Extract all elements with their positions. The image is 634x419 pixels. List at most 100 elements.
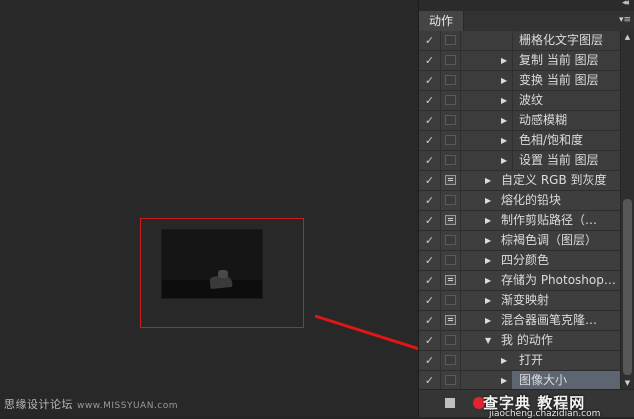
action-row[interactable]: ✓ ▶ 打开 bbox=[419, 351, 621, 371]
scroll-down-icon[interactable]: ▼ bbox=[621, 377, 634, 389]
toggle-dialog-cell[interactable] bbox=[441, 351, 461, 370]
dialog-off-icon bbox=[445, 135, 456, 145]
toggle-item-checkmark-icon[interactable]: ✓ bbox=[419, 91, 441, 110]
action-command-row[interactable]: ✓ ▶ 复制 当前 图层 bbox=[419, 51, 621, 71]
action-set-row[interactable]: ✓ ▼ 我 的动作 bbox=[419, 331, 621, 351]
toggle-item-checkmark-icon[interactable]: ✓ bbox=[419, 311, 441, 330]
toggle-item-checkmark-icon[interactable]: ✓ bbox=[419, 111, 441, 130]
toggle-dialog-cell[interactable] bbox=[441, 71, 461, 90]
dialog-off-icon bbox=[445, 95, 456, 105]
expand-closed-icon[interactable]: ▶ bbox=[485, 311, 491, 330]
double-chevron-right-icon[interactable]: ◂◂ bbox=[622, 0, 629, 8]
expand-closed-icon[interactable]: ▶ bbox=[485, 271, 491, 290]
action-label: 变换 当前 图层 bbox=[519, 73, 599, 87]
expand-closed-icon[interactable]: ▶ bbox=[501, 351, 507, 370]
dialog-on-icon bbox=[445, 275, 456, 285]
toggle-dialog-cell[interactable] bbox=[441, 331, 461, 350]
toggle-dialog-cell[interactable] bbox=[441, 151, 461, 170]
toggle-item-checkmark-icon[interactable]: ✓ bbox=[419, 191, 441, 210]
toggle-dialog-cell[interactable] bbox=[441, 311, 461, 330]
toggle-item-checkmark-icon[interactable]: ✓ bbox=[419, 331, 441, 350]
action-row[interactable]: ✓ ▶ 渐变映射 bbox=[419, 291, 621, 311]
expand-closed-icon[interactable]: ▶ bbox=[485, 191, 491, 210]
actions-list: ✓ 栅格化文字图层 ✓ ▶ 复制 当前 图层 ✓ ▶ 变换 当前 图层 ✓ ▶ 波纹 ✓ ▶ 动感模糊 ✓ ▶… bbox=[419, 31, 621, 389]
toggle-item-checkmark-icon[interactable]: ✓ bbox=[419, 371, 441, 389]
expand-closed-icon[interactable]: ▶ bbox=[501, 51, 507, 70]
action-row[interactable]: ✓ ▶ 自定义 RGB 到灰度 bbox=[419, 171, 621, 191]
toggle-item-checkmark-icon[interactable]: ✓ bbox=[419, 51, 441, 70]
action-command-row[interactable]: ✓ ▶ 变换 当前 图层 bbox=[419, 71, 621, 91]
toggle-item-checkmark-icon[interactable]: ✓ bbox=[419, 31, 441, 50]
action-row[interactable]: ✓ ▶ 棕褐色调（图层） bbox=[419, 231, 621, 251]
watermark-right: 查字典 教程网 jiaocheng.chazidian.com bbox=[483, 392, 600, 419]
toggle-item-checkmark-icon[interactable]: ✓ bbox=[419, 351, 441, 370]
toggle-item-checkmark-icon[interactable]: ✓ bbox=[419, 291, 441, 310]
toggle-dialog-cell[interactable] bbox=[441, 371, 461, 389]
action-row[interactable]: ✓ ▶ 制作剪贴路径（… bbox=[419, 211, 621, 231]
toggle-dialog-cell[interactable] bbox=[441, 291, 461, 310]
dialog-on-icon bbox=[445, 215, 456, 225]
action-label: 复制 当前 图层 bbox=[519, 53, 599, 67]
action-row[interactable]: ✓ ▶ 混合器画笔克隆… bbox=[419, 311, 621, 331]
expand-closed-icon[interactable]: ▶ bbox=[501, 71, 507, 90]
scroll-thumb[interactable] bbox=[623, 199, 632, 375]
expand-closed-icon[interactable]: ▶ bbox=[501, 371, 507, 389]
dialog-off-icon bbox=[445, 55, 456, 65]
dialog-off-icon bbox=[445, 35, 456, 45]
dialog-off-icon bbox=[445, 235, 456, 245]
toggle-item-checkmark-icon[interactable]: ✓ bbox=[419, 131, 441, 150]
action-command-row[interactable]: ✓ 栅格化文字图层 bbox=[419, 31, 621, 51]
expand-closed-icon[interactable]: ▶ bbox=[501, 151, 507, 170]
toggle-item-checkmark-icon[interactable]: ✓ bbox=[419, 151, 441, 170]
expand-closed-icon[interactable]: ▶ bbox=[501, 91, 507, 110]
action-row[interactable]: ✓ ▶ 图像大小 bbox=[419, 371, 621, 389]
action-label: 熔化的铅块 bbox=[501, 193, 562, 207]
toggle-dialog-cell[interactable] bbox=[441, 251, 461, 270]
toggle-item-checkmark-icon[interactable]: ✓ bbox=[419, 251, 441, 270]
scroll-up-icon[interactable]: ▲ bbox=[621, 31, 634, 43]
action-command-row[interactable]: ✓ ▶ 设置 当前 图层 bbox=[419, 151, 621, 171]
action-label: 设置 当前 图层 bbox=[519, 153, 599, 167]
action-label: 色相/饱和度 bbox=[519, 133, 584, 147]
toggle-dialog-cell[interactable] bbox=[441, 131, 461, 150]
expand-closed-icon[interactable]: ▶ bbox=[485, 211, 491, 230]
expand-closed-icon[interactable]: ▶ bbox=[485, 251, 491, 270]
stop-icon[interactable] bbox=[445, 398, 455, 408]
toggle-item-checkmark-icon[interactable]: ✓ bbox=[419, 271, 441, 290]
toggle-item-checkmark-icon[interactable]: ✓ bbox=[419, 71, 441, 90]
scrollbar[interactable]: ▲ ▼ bbox=[620, 31, 634, 389]
expand-closed-icon[interactable]: ▶ bbox=[501, 111, 507, 130]
toggle-item-checkmark-icon[interactable]: ✓ bbox=[419, 231, 441, 250]
toggle-dialog-cell[interactable] bbox=[441, 231, 461, 250]
action-label: 棕褐色调（图层） bbox=[501, 233, 598, 247]
action-command-row[interactable]: ✓ ▶ 色相/饱和度 bbox=[419, 131, 621, 151]
dialog-on-icon bbox=[445, 315, 456, 325]
toggle-dialog-cell[interactable] bbox=[441, 171, 461, 190]
toggle-dialog-cell[interactable] bbox=[441, 91, 461, 110]
toggle-item-checkmark-icon[interactable]: ✓ bbox=[419, 171, 441, 190]
action-row[interactable]: ✓ ▶ 熔化的铅块 bbox=[419, 191, 621, 211]
toggle-dialog-cell[interactable] bbox=[441, 211, 461, 230]
toggle-dialog-cell[interactable] bbox=[441, 271, 461, 290]
toggle-dialog-cell[interactable] bbox=[441, 191, 461, 210]
watermark-right-url: jiaocheng.chazidian.com bbox=[489, 409, 601, 419]
panel-menu-icon[interactable]: ▾≡ bbox=[619, 15, 631, 25]
action-command-row[interactable]: ✓ ▶ 动感模糊 bbox=[419, 111, 621, 131]
action-row[interactable]: ✓ ▶ 存储为 Photoshop… bbox=[419, 271, 621, 291]
expand-closed-icon[interactable]: ▶ bbox=[485, 171, 491, 190]
expand-closed-icon[interactable]: ▶ bbox=[485, 231, 491, 250]
toggle-dialog-cell[interactable] bbox=[441, 31, 461, 50]
expand-closed-icon[interactable]: ▶ bbox=[485, 291, 491, 310]
indent-separator bbox=[512, 31, 513, 50]
indent-separator bbox=[512, 151, 513, 170]
expand-closed-icon[interactable]: ▶ bbox=[501, 131, 507, 150]
expand-open-icon[interactable]: ▼ bbox=[485, 331, 491, 350]
action-row[interactable]: ✓ ▶ 四分颜色 bbox=[419, 251, 621, 271]
toggle-dialog-cell[interactable] bbox=[441, 111, 461, 130]
panel-bottom-bar: 查字典 教程网 jiaocheng.chazidian.com bbox=[419, 389, 634, 419]
action-command-row[interactable]: ✓ ▶ 波纹 bbox=[419, 91, 621, 111]
dialog-off-icon bbox=[445, 255, 456, 265]
tab-actions[interactable]: 动作 bbox=[419, 11, 464, 31]
toggle-item-checkmark-icon[interactable]: ✓ bbox=[419, 211, 441, 230]
toggle-dialog-cell[interactable] bbox=[441, 51, 461, 70]
